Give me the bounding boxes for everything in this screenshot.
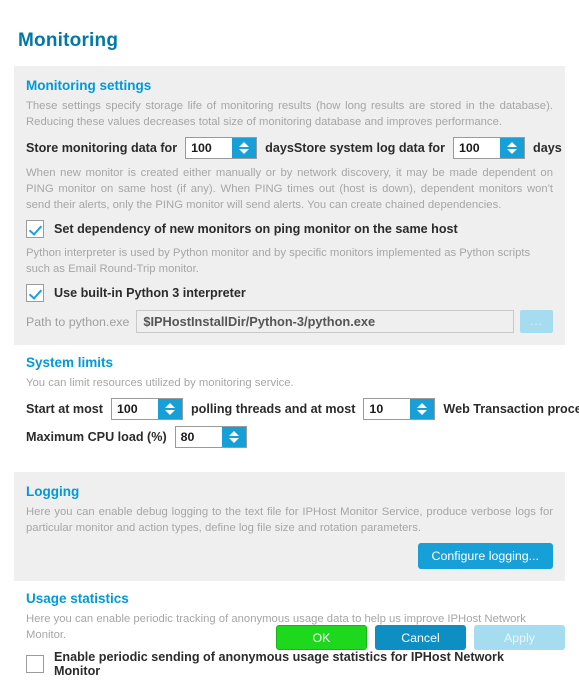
dependency-checkbox-row[interactable]: Set dependency of new monitors on ping m… [26,220,553,239]
store-syslog-stepper[interactable]: 100 [453,137,526,160]
store-monitoring-unit: days [265,141,294,156]
logging-description: Here you can enable debug logging to the… [26,506,553,535]
polling-threads-stepper[interactable]: 100 [110,398,183,421]
cpu-load-label: Maximum CPU load (%) [26,430,167,445]
ok-button[interactable]: OK [276,625,367,650]
store-monitoring-stepper-buttons[interactable] [232,138,257,159]
threads-prefix-label: Start at most [26,402,103,417]
processes-suffix-label: Web Transaction processes [443,402,579,417]
monitoring-settings-panel: Monitoring settings These settings speci… [14,66,565,346]
chevron-up-icon[interactable] [164,403,175,409]
store-monitoring-value[interactable]: 100 [186,138,233,159]
web-transaction-stepper-buttons[interactable] [410,399,435,420]
web-transaction-value[interactable]: 10 [364,399,411,420]
polling-threads-stepper-buttons[interactable] [157,399,182,420]
cpu-load-value[interactable]: 80 [175,427,222,448]
chevron-up-icon[interactable] [239,142,250,148]
monitoring-settings-heading: Monitoring settings [26,78,152,93]
cpu-load-stepper-buttons[interactable] [221,427,246,448]
web-transaction-stepper[interactable]: 10 [363,398,436,421]
chevron-up-icon[interactable] [417,403,428,409]
chevron-down-icon[interactable] [239,149,250,155]
store-monitoring-label: Store monitoring data for [26,141,178,156]
page-title: Monitoring [18,30,119,51]
store-monitoring-stepper[interactable]: 100 [185,137,258,160]
browse-button[interactable]: ... [520,310,553,334]
python-checkbox-row[interactable]: Use built-in Python 3 interpreter [26,284,553,303]
python-description: Python interpreter is used by Python mon… [26,247,531,276]
dialog-footer: OK Cancel Apply [0,625,579,650]
chevron-down-icon[interactable] [228,438,239,444]
monitoring-settings-description: These settings specify storage life of m… [26,100,553,129]
cpu-load-stepper[interactable]: 80 [174,426,247,449]
system-limits-heading: System limits [26,355,114,371]
dependency-checkbox-label: Set dependency of new monitors on ping m… [54,222,458,237]
python-checkbox-label: Use built-in Python 3 interpreter [54,286,246,301]
chevron-down-icon[interactable] [417,410,428,416]
logging-panel: Logging Here you can enable debug loggin… [14,472,565,582]
store-syslog-stepper-buttons[interactable] [500,138,525,159]
logging-button-row: Configure logging... [26,543,553,570]
polling-threads-value[interactable]: 100 [111,399,158,420]
usage-statistics-checkbox[interactable] [26,655,44,674]
python-checkbox[interactable] [26,284,44,303]
dependency-checkbox[interactable] [26,220,44,239]
chevron-up-icon[interactable] [507,142,518,148]
system-limits-description: You can limit resources utilized by moni… [26,377,294,390]
python-path-input[interactable]: $IPHostInstallDir/Python-3/python.exe [136,310,514,334]
python-path-row: Path to python.exe $IPHostInstallDir/Pyt… [26,310,553,334]
usage-statistics-checkbox-label: Enable periodic sending of anonymous usa… [54,650,504,679]
cpu-load-row: Maximum CPU load (%) 80 [26,426,553,449]
storage-duration-row: Store monitoring data for 100 days Store… [26,137,562,160]
dependency-description: When new monitor is created either manua… [26,167,553,212]
logging-heading: Logging [26,484,80,500]
store-syslog-unit: days [533,141,562,156]
threads-middle-label: polling threads and at most [190,402,356,417]
configure-logging-button[interactable]: Configure logging... [417,543,553,570]
store-syslog-value[interactable]: 100 [454,138,501,159]
system-limits-panel: System limits You can limit resources ut… [14,345,579,459]
threads-row: Start at most 100 polling threads and at… [26,398,579,421]
chevron-down-icon[interactable] [164,410,175,416]
chevron-up-icon[interactable] [228,431,239,437]
usage-statistics-heading: Usage statistics [26,591,129,607]
store-syslog-label: Store system log data for [293,141,446,156]
apply-button[interactable]: Apply [474,625,565,650]
usage-statistics-checkbox-row[interactable]: Enable periodic sending of anonymous usa… [26,650,553,678]
cancel-button[interactable]: Cancel [375,625,466,650]
python-path-label: Path to python.exe [26,314,130,329]
chevron-down-icon[interactable] [507,149,518,155]
